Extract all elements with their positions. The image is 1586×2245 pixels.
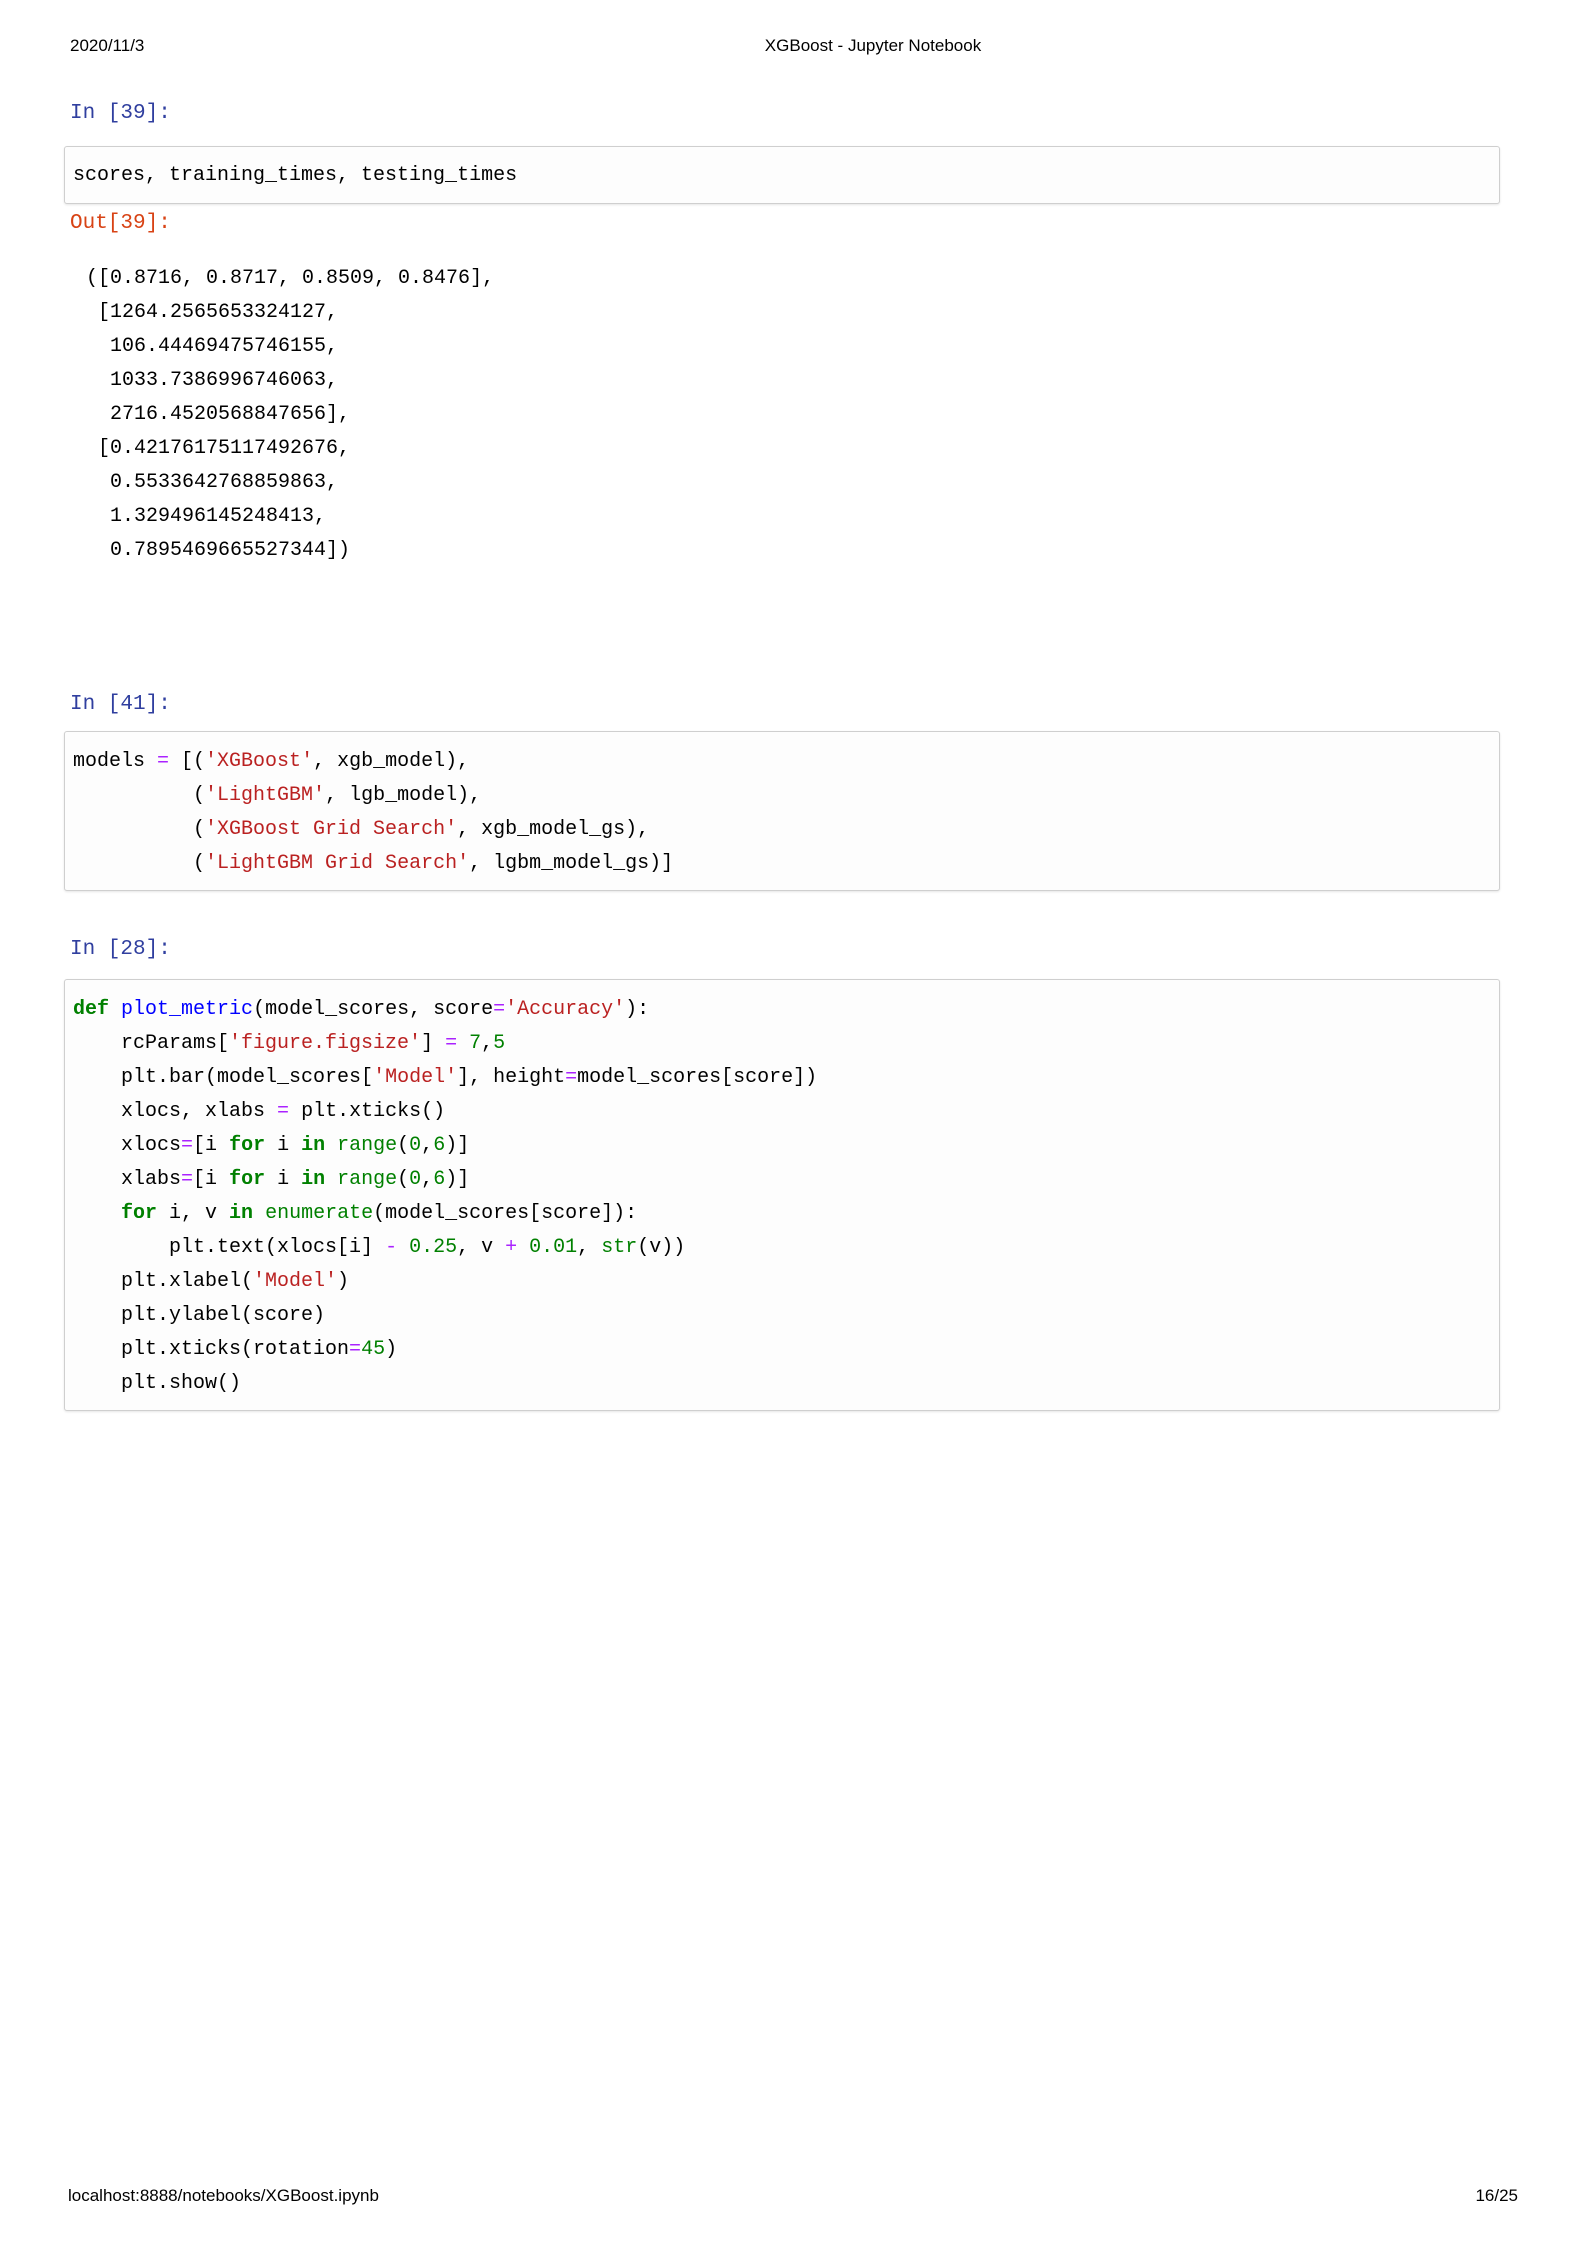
code-line: plt.xlabel('Model') — [73, 1270, 350, 1293]
print-header-date: 2020/11/3 — [70, 36, 145, 55]
output-prompt-39: Out[39]: — [70, 212, 171, 235]
code-line: ('LightGBM', lgb_model), — [73, 784, 482, 807]
code-line: xlocs, xlabs = plt.xticks() — [73, 1100, 446, 1123]
input-prompt-28: In [28]: — [70, 938, 171, 961]
code-cell-input-39[interactable]: scores, training_times, testing_times — [64, 146, 1500, 204]
code-line: plt.bar(model_scores['Model'], height=mo… — [73, 1066, 818, 1089]
code-line: def plot_metric(model_scores, score='Acc… — [73, 998, 650, 1021]
footer-url: localhost:8888/notebooks/XGBoost.ipynb — [68, 2186, 379, 2205]
code-line: plt.ylabel(score) — [73, 1304, 326, 1327]
code-line: xlabs=[i for i in range(0,6)] — [73, 1168, 470, 1191]
input-prompt-41: In [41]: — [70, 693, 171, 716]
code-line: ('XGBoost Grid Search', xgb_model_gs), — [73, 818, 650, 841]
notebook-print-page: 2020/11/3 XGBoost - Jupyter Notebook In … — [0, 0, 1586, 2245]
code-line: rcParams['figure.figsize'] = 7,5 — [73, 1032, 506, 1055]
code-line: xlocs=[i for i in range(0,6)] — [73, 1134, 470, 1157]
footer-page-number: 16/25 — [1475, 2186, 1518, 2205]
code-line: plt.show() — [73, 1372, 242, 1395]
code-line: for i, v in enumerate(model_scores[score… — [121, 1202, 638, 1225]
code-line: plt.text(xlocs[i] - 0.25, v + 0.01, str(… — [73, 1236, 686, 1259]
code-cell-input-28[interactable]: def plot_metric(model_scores, score='Acc… — [64, 979, 1500, 1411]
code-line: plt.xticks(rotation=45) — [73, 1338, 398, 1361]
code-line: ('LightGBM Grid Search', lgbm_model_gs)] — [73, 852, 674, 875]
input-prompt-39: In [39]: — [70, 102, 171, 125]
code-line: models = [('XGBoost', xgb_model), — [73, 750, 470, 773]
output-area-39: ([0.8716, 0.8717, 0.8509, 0.8476], [1264… — [86, 267, 495, 562]
page-title: XGBoost - Jupyter Notebook — [764, 36, 982, 55]
code-line: scores, training_times, testing_times — [73, 164, 518, 187]
code-cell-input-41[interactable]: models = [('XGBoost', xgb_model), ('Ligh… — [64, 731, 1500, 891]
